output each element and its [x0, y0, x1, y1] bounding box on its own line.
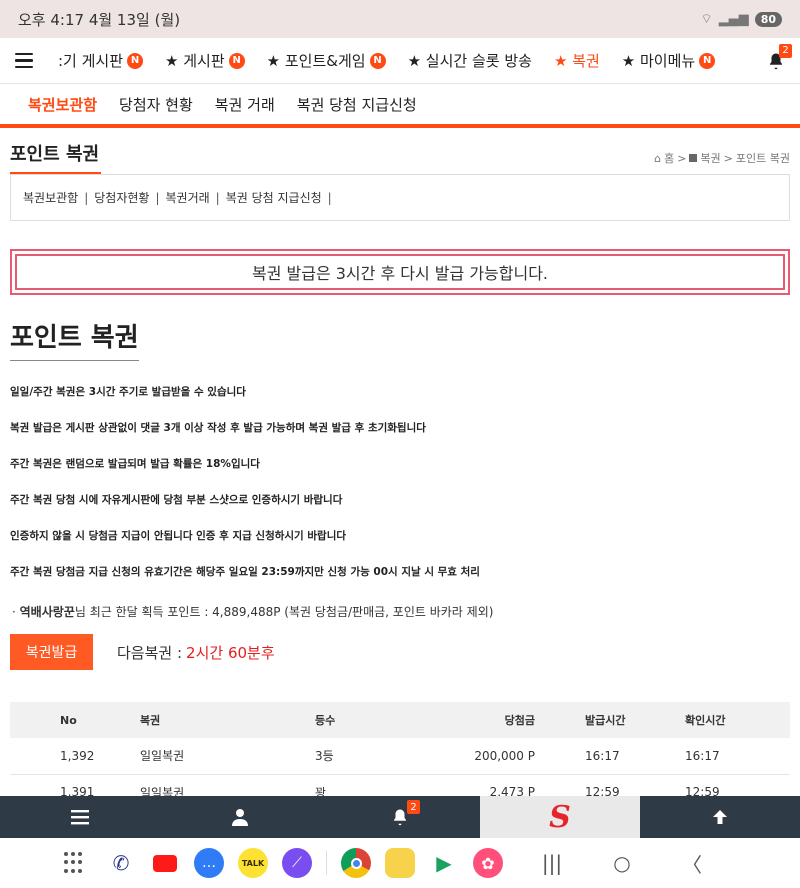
breadcrumb-point-lottery: 포인트 복권 — [735, 152, 790, 165]
submenu-winners[interactable]: 당첨자현황 — [94, 189, 149, 206]
submenu-storage[interactable]: 복권보관함 — [23, 189, 78, 206]
recent-apps-icon[interactable]: ||| — [517, 851, 587, 875]
submenu-payout[interactable]: 복권 당첨 지급신청 — [226, 189, 322, 206]
user-icon — [232, 809, 248, 826]
hamburger-menu-icon[interactable] — [0, 38, 48, 84]
home-button-icon[interactable]: ○ — [587, 851, 657, 875]
col-issue-time: 발급시간 — [585, 714, 626, 727]
wifi-icon: ⌔ — [700, 12, 713, 27]
table-row: 1,392 일일복권 3등 200,000 P 16:17 16:17 — [10, 738, 790, 775]
signal-icon: ▂▄▆ — [718, 11, 749, 27]
status-time: 오후 4:17 4월 13일 (월) — [18, 10, 181, 29]
col-no: No — [60, 713, 77, 727]
bottom-notification-button[interactable]: 2 — [320, 796, 480, 838]
table-header-row: No 복권 등수 당첨금 발급시간 확인시간 — [10, 702, 790, 738]
rules-list: 일일/주간 복권은 3시간 주기로 발급받을 수 있습니다 복권 발급은 게시판… — [10, 383, 800, 599]
lottery-table: No 복권 등수 당첨금 발급시간 확인시간 1,392 일일복권 3등 200… — [10, 702, 790, 811]
top-navigation: :기 게시판 N ★ 게시판 N ★ 포인트&게임 N ★ 실시간 슬롯 방송 ★ 복… — [0, 38, 800, 84]
chrome-app-icon[interactable] — [341, 848, 371, 878]
section-header: 포인트 복권 ⌂ 홈 > 복권 > 포인트 복권 — [10, 142, 790, 174]
nav-item-my-menu[interactable]: ★ 마이메뉴 N — [622, 50, 716, 71]
subnav-item-payout[interactable]: 복권 당첨 지급신청 — [297, 94, 417, 115]
new-badge: N — [699, 52, 716, 69]
android-navigation-bar: ✆ … TALK ⟋ ▶ ✿ ||| ○ 〈 — [0, 838, 800, 888]
new-badge: N — [228, 52, 245, 69]
bottom-toolbar: 2 S — [0, 796, 800, 838]
section-title: 포인트 복권 — [10, 140, 102, 174]
subnav-item-winners[interactable]: 당첨자 현황 — [119, 94, 193, 115]
nav-item-lottery[interactable]: ★ 복권 — [554, 50, 600, 71]
issue-row: 복권발급 다음복권 : 2시간 60분후 — [10, 634, 800, 670]
site-logo-icon: S — [549, 799, 571, 835]
status-bar: 오후 4:17 4월 13일 (월) ⌔ ▂▄▆ 80 — [0, 0, 800, 38]
rule-item: 주간 복권 당첨금 지급 신청의 유효기간은 해당주 일요일 23:59까지만 … — [10, 566, 480, 578]
nav-items: :기 게시판 N ★ 게시판 N ★ 포인트&게임 N ★ 실시간 슬롯 방송 ★ 복… — [58, 38, 752, 84]
page-title: 포인트 복권 — [10, 317, 139, 361]
phone-app-icon[interactable]: ✆ — [106, 848, 136, 878]
new-badge: N — [369, 52, 386, 69]
menu-icon — [71, 810, 89, 825]
back-button-icon[interactable]: 〈 — [657, 849, 727, 878]
note-app-icon[interactable]: ⟋ — [282, 848, 312, 878]
sub-navigation: 복권보관함 당첨자 현황 복권 거래 복권 당첨 지급신청 — [0, 84, 800, 128]
rule-item: 주간 복권은 랜덤으로 발급되며 발급 확률은 18%입니다 — [10, 458, 260, 470]
nav-item-board[interactable]: ★ 게시판 N — [165, 50, 245, 71]
home-icon: ⌂ — [654, 151, 662, 165]
bottom-menu-button[interactable] — [0, 796, 160, 838]
bottom-user-button[interactable] — [160, 796, 320, 838]
next-lottery-label: 다음복권 : — [117, 643, 183, 662]
submenu-box: 복권보관함 | 당첨자현황 | 복권거래 | 복권 당첨 지급신청 | — [10, 175, 790, 221]
breadcrumb-lottery[interactable]: 복권 — [700, 150, 720, 166]
col-check-time: 확인시간 — [685, 714, 726, 727]
user-points-text: 님 최근 한달 획득 포인트 : 4,889,488P (복권 당첨금/판매금,… — [74, 605, 494, 619]
nav-item-board-partial[interactable]: :기 게시판 N — [58, 50, 144, 71]
square-icon — [689, 154, 698, 162]
rule-item: 일일/주간 복권은 3시간 주기로 발급받을 수 있습니다 — [10, 386, 246, 398]
notice-text: 복권 발급은 3시간 후 다시 발급 가능합니다. — [15, 254, 785, 290]
blossom-app-icon[interactable]: ✿ — [473, 848, 503, 878]
status-icons: ⌔ ▂▄▆ 80 — [700, 11, 782, 27]
rule-item: 인증하지 않을 시 당첨금 지급이 안됩니다 인증 후 지급 신청하시기 바랍니… — [10, 530, 347, 542]
col-prize: 당첨금 — [504, 714, 535, 727]
breadcrumb-home[interactable]: 홈 — [664, 150, 674, 166]
scroll-top-button[interactable] — [640, 796, 800, 838]
breadcrumb: ⌂ 홈 > 복권 > 포인트 복권 — [654, 150, 790, 166]
submenu-trade[interactable]: 복권거래 — [166, 189, 210, 206]
nav-item-point-game[interactable]: ★ 포인트&게임 N — [267, 50, 386, 71]
next-lottery-time: 2시간 60분후 — [186, 643, 275, 662]
user-points-info: · 역배사랑꾼님 최근 한달 획득 포인트 : 4,889,488P (복권 당… — [12, 605, 494, 619]
play-store-app-icon[interactable]: ▶ — [429, 848, 459, 878]
notification-count: 2 — [407, 800, 420, 814]
site-logo-button[interactable]: S — [480, 796, 640, 838]
rule-item: 주간 복권 당첨 시에 자유게시판에 당첨 부분 스샷으로 인증하시기 바랍니다 — [10, 494, 343, 506]
battery-icon: 80 — [754, 11, 782, 27]
app-drawer-icon[interactable] — [64, 852, 86, 874]
kakaonavi-app-icon[interactable] — [385, 848, 415, 878]
notice-box: 복권 발급은 3시간 후 다시 발급 가능합니다. — [10, 249, 790, 295]
messages-app-icon[interactable]: … — [194, 848, 224, 878]
col-lottery: 복권 — [140, 714, 161, 727]
youtube-app-icon[interactable] — [150, 848, 180, 878]
notification-count: 2 — [779, 43, 792, 58]
subnav-item-storage[interactable]: 복권보관함 — [28, 94, 97, 115]
new-badge: N — [127, 52, 144, 69]
rule-item: 복권 발급은 게시판 상관없이 댓글 3개 이상 작성 후 발급 가능하며 복권… — [10, 422, 426, 434]
col-rank: 등수 — [315, 714, 336, 727]
subnav-item-trade[interactable]: 복권 거래 — [215, 94, 275, 115]
user-name: 역배사랑꾼 — [19, 605, 75, 619]
arrow-up-icon — [713, 810, 727, 824]
kakaotalk-app-icon[interactable]: TALK — [238, 848, 268, 878]
nav-item-live-slot[interactable]: ★ 실시간 슬롯 방송 — [408, 50, 532, 71]
notification-button[interactable]: 2 — [752, 38, 800, 84]
issue-lottery-button[interactable]: 복권발급 — [10, 634, 93, 670]
